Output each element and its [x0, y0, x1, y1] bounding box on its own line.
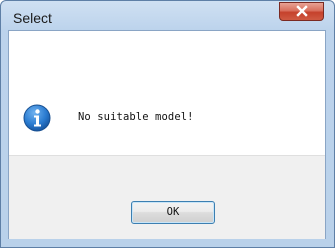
- title-bar[interactable]: Select: [1, 1, 334, 31]
- window-title: Select: [13, 10, 52, 26]
- close-button[interactable]: [279, 2, 324, 21]
- dialog-window: Select No suitable model! OK: [0, 0, 335, 248]
- message-area: No suitable model!: [9, 31, 325, 155]
- dialog-message: No suitable model!: [78, 111, 194, 123]
- ok-button[interactable]: OK: [131, 201, 215, 224]
- dialog-body: No suitable model! OK: [8, 30, 326, 239]
- information-icon: [23, 104, 51, 132]
- button-bar: OK: [9, 155, 325, 239]
- close-icon: [296, 5, 308, 17]
